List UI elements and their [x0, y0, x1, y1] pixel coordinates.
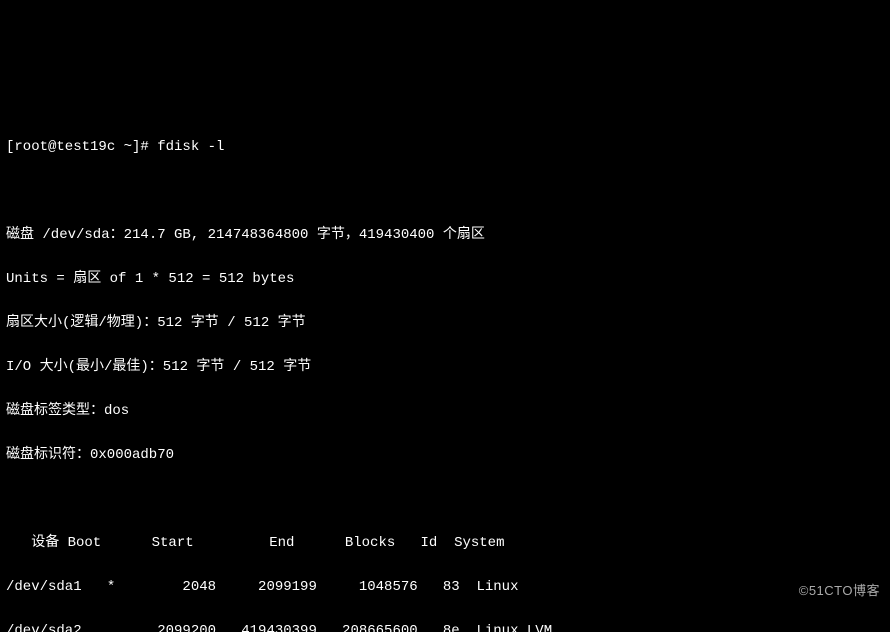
- partition-row-sda1: /dev/sda1 * 2048 2099199 1048576 83 Linu…: [6, 579, 518, 595]
- terminal[interactable]: [root@test19c ~]# fdisk -l 磁盘 /dev/sda：2…: [0, 110, 890, 632]
- prompt-line: [root@test19c ~]# fdisk -l: [6, 139, 224, 155]
- sda-ident: 磁盘标识符：0x000adb70: [6, 447, 174, 463]
- sda-header: 磁盘 /dev/sda：214.7 GB, 214748364800 字节，41…: [6, 227, 485, 243]
- sda-label: 磁盘标签类型：dos: [6, 403, 129, 419]
- partition-header: 设备 Boot Start End Blocks Id System: [6, 535, 504, 551]
- sda-units: Units = 扇区 of 1 * 512 = 512 bytes: [6, 271, 294, 287]
- watermark: ©51CTO博客: [799, 580, 880, 602]
- partition-row-sda2: /dev/sda2 2099200 419430399 208665600 8e…: [6, 623, 552, 632]
- sda-sector: 扇区大小(逻辑/物理)：512 字节 / 512 字节: [6, 315, 306, 331]
- sda-io: I/O 大小(最小/最佳)：512 字节 / 512 字节: [6, 359, 311, 375]
